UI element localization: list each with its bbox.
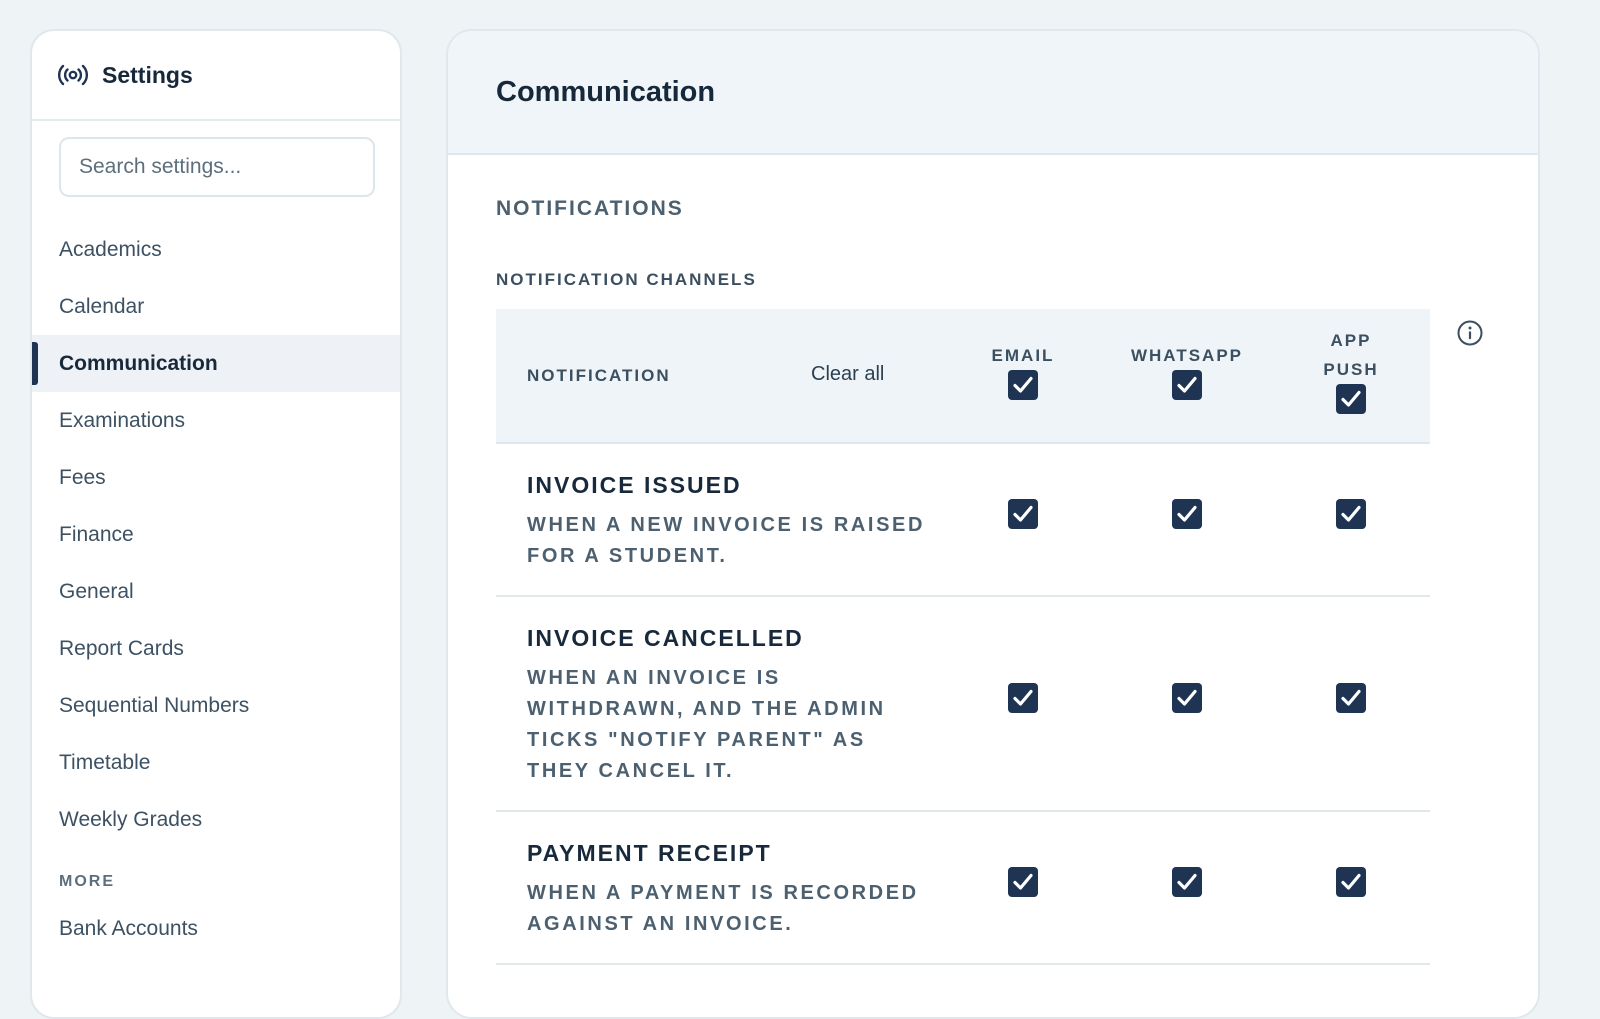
sidebar-item-weekly-grades[interactable]: Weekly Grades xyxy=(32,791,400,848)
notification-description: WHEN AN INVOICE IS WITHDRAWN, AND THE AD… xyxy=(527,667,886,782)
table-row: PAYMENT RECEIPT WHEN A PAYMENT IS RECORD… xyxy=(496,812,1430,965)
page-title: Communication xyxy=(496,75,716,108)
whatsapp-checkbox[interactable] xyxy=(1172,683,1202,713)
app-push-checkbox[interactable] xyxy=(1336,499,1366,529)
select-all-app-push-checkbox[interactable] xyxy=(1336,384,1366,414)
sidebar-item-bank-accounts[interactable]: Bank Accounts xyxy=(32,900,400,957)
column-app-push: APP PUSH xyxy=(1286,326,1416,414)
sidebar-item-general[interactable]: General xyxy=(32,563,400,620)
email-checkbox[interactable] xyxy=(1008,683,1038,713)
column-header-app-push: APP PUSH xyxy=(1323,331,1379,379)
sidebar-item-finance[interactable]: Finance xyxy=(32,506,400,563)
settings-nav: Academics Calendar Communication Examina… xyxy=(32,221,400,848)
sidebar-section-more: MORE xyxy=(59,873,115,890)
sidebar-header: Settings xyxy=(32,31,400,121)
checkmark-icon xyxy=(1341,390,1361,407)
sidebar-item-sequential-numbers[interactable]: Sequential Numbers xyxy=(32,677,400,734)
subsection-title-channels: NOTIFICATION CHANNELS xyxy=(496,270,757,289)
notification-name: PAYMENT RECEIPT xyxy=(527,840,772,866)
search-settings-input[interactable] xyxy=(59,137,375,197)
app-push-checkbox[interactable] xyxy=(1336,683,1366,713)
checkmark-icon xyxy=(1013,376,1033,393)
info-icon[interactable] xyxy=(1456,319,1484,347)
sidebar-item-communication[interactable]: Communication xyxy=(32,335,400,392)
sidebar-item-academics[interactable]: Academics xyxy=(32,221,400,278)
settings-sidebar: Settings Academics Calendar Communicatio… xyxy=(30,29,402,1019)
clear-all-button[interactable]: Clear all xyxy=(811,363,884,386)
notification-name: INVOICE ISSUED xyxy=(527,472,742,498)
notification-channels-table: NOTIFICATION Clear all EMAIL WHATSAPP AP… xyxy=(496,309,1430,965)
email-checkbox[interactable] xyxy=(1008,867,1038,897)
checkmark-icon xyxy=(1177,505,1197,522)
email-checkbox[interactable] xyxy=(1008,499,1038,529)
section-title-notifications: NOTIFICATIONS xyxy=(496,197,684,220)
sidebar-item-examinations[interactable]: Examinations xyxy=(32,392,400,449)
broadcast-icon xyxy=(58,64,88,86)
checkmark-icon xyxy=(1013,689,1033,706)
column-header-whatsapp: WHATSAPP xyxy=(1130,346,1243,365)
search-container xyxy=(32,121,400,197)
notification-description: WHEN A NEW INVOICE IS RAISED FOR A STUDE… xyxy=(527,514,926,567)
column-header-notification: NOTIFICATION xyxy=(527,366,671,385)
column-email: EMAIL xyxy=(958,341,1088,400)
checkmark-icon xyxy=(1341,689,1361,706)
sidebar-item-fees[interactable]: Fees xyxy=(32,449,400,506)
select-all-whatsapp-checkbox[interactable] xyxy=(1172,370,1202,400)
checkmark-icon xyxy=(1013,873,1033,890)
table-row: INVOICE ISSUED WHEN A NEW INVOICE IS RAI… xyxy=(496,444,1430,597)
sidebar-title: Settings xyxy=(102,61,193,88)
select-all-email-checkbox[interactable] xyxy=(1008,370,1038,400)
sidebar-item-timetable[interactable]: Timetable xyxy=(32,734,400,791)
checkmark-icon xyxy=(1341,505,1361,522)
column-header-email: EMAIL xyxy=(991,346,1055,365)
table-row: INVOICE CANCELLED WHEN AN INVOICE IS WIT… xyxy=(496,597,1430,812)
settings-nav-more: Bank Accounts xyxy=(32,900,400,957)
app-push-checkbox[interactable] xyxy=(1336,867,1366,897)
whatsapp-checkbox[interactable] xyxy=(1172,499,1202,529)
panel-header: Communication xyxy=(448,31,1538,155)
checkmark-icon xyxy=(1177,873,1197,890)
communication-panel: Communication NOTIFICATIONS NOTIFICATION… xyxy=(446,29,1540,1019)
notification-description: WHEN A PAYMENT IS RECORDED AGAINST AN IN… xyxy=(527,882,919,935)
sidebar-item-report-cards[interactable]: Report Cards xyxy=(32,620,400,677)
checkmark-icon xyxy=(1341,873,1361,890)
table-header: NOTIFICATION Clear all EMAIL WHATSAPP AP… xyxy=(496,309,1430,444)
whatsapp-checkbox[interactable] xyxy=(1172,867,1202,897)
checkmark-icon xyxy=(1177,689,1197,706)
checkmark-icon xyxy=(1013,505,1033,522)
column-whatsapp: WHATSAPP xyxy=(1122,341,1252,400)
checkmark-icon xyxy=(1177,376,1197,393)
notification-name: INVOICE CANCELLED xyxy=(527,625,804,651)
sidebar-item-calendar[interactable]: Calendar xyxy=(32,278,400,335)
